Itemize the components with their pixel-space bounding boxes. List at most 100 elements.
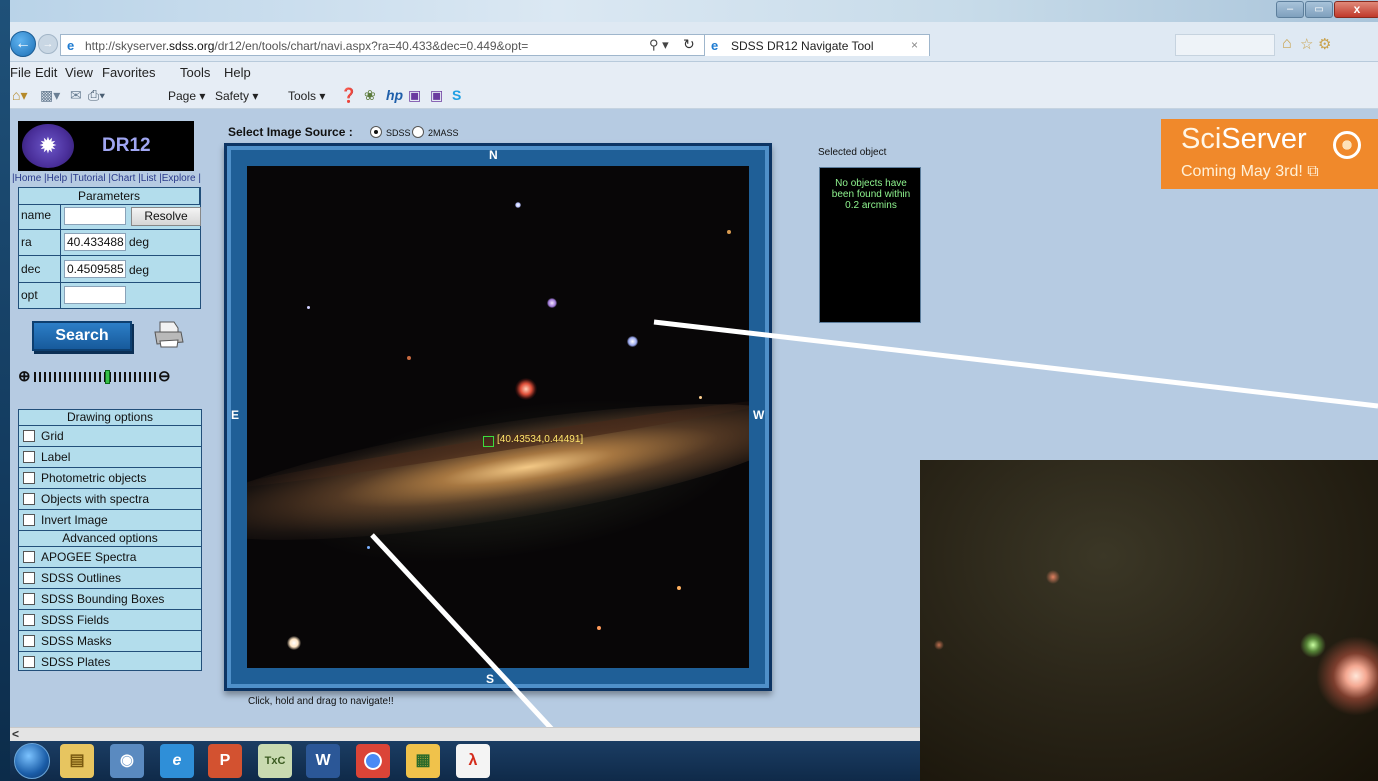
texmaker-icon[interactable]: TxC [258, 744, 292, 778]
tab-sdss-navigate[interactable]: e SDSS DR12 Navigate Tool × [704, 34, 930, 56]
favorites-star-icon[interactable]: ☆ [1300, 35, 1313, 53]
option-row[interactable]: SDSS Fields [19, 610, 201, 631]
word-icon[interactable]: W [306, 744, 340, 778]
tools-menu[interactable]: Tools ▾ [288, 89, 325, 103]
checkbox[interactable] [23, 635, 35, 647]
search-icon[interactable]: ⚲ ▾ [649, 37, 669, 53]
checkbox[interactable] [23, 430, 35, 442]
menu-view[interactable]: View [65, 65, 93, 80]
ra-input[interactable] [64, 233, 126, 251]
sdss-logo[interactable]: ✹ DR12 [18, 121, 194, 171]
skype-icon[interactable]: S [452, 87, 461, 103]
option-label: SDSS Masks [41, 634, 112, 648]
menu-help[interactable]: Help [224, 65, 251, 80]
zoom-slider[interactable] [34, 370, 156, 384]
option-row[interactable]: SDSS Bounding Boxes [19, 589, 201, 610]
scroll-left-arrow-icon[interactable]: < [12, 727, 19, 741]
option-row[interactable]: SDSS Plates [19, 652, 201, 673]
search-button[interactable]: Search [32, 321, 132, 351]
print-icon[interactable]: ⎙▾ [88, 87, 105, 104]
param-row-dec: dec deg [19, 256, 200, 283]
checkbox[interactable] [23, 572, 35, 584]
menu-file[interactable]: File [10, 65, 31, 80]
dec-input[interactable] [64, 260, 126, 278]
safety-menu[interactable]: Safety ▾ [215, 89, 258, 103]
galaxy-logo-icon: ✹ [22, 124, 74, 168]
onenote-icon[interactable]: ▣ [408, 87, 421, 104]
drawing-options-header: Drawing options [66, 410, 154, 424]
option-label: SDSS Outlines [41, 571, 122, 585]
address-field[interactable]: e http://skyserver.sdss.org/dr12/en/tool… [60, 34, 706, 56]
selected-object-panel: No objects have been found within 0.2 ar… [819, 167, 921, 323]
resolve-button[interactable]: Resolve [131, 207, 201, 226]
refresh-icon[interactable]: ↻ [683, 36, 695, 53]
powerpoint-icon[interactable]: P [208, 744, 242, 778]
option-row[interactable]: Objects with spectra [19, 489, 201, 510]
param-row-ra: ra deg [19, 230, 200, 256]
option-row[interactable]: SDSS Masks [19, 631, 201, 652]
close-window-button[interactable]: x [1334, 1, 1378, 18]
zoomed-inset-image [920, 460, 1378, 781]
folder-icon[interactable]: ▦ [406, 744, 440, 778]
zoom-in-icon[interactable]: ⊕ [18, 367, 31, 385]
option-row[interactable]: APOGEE Spectra [19, 547, 201, 568]
option-row[interactable]: Invert Image [19, 510, 201, 531]
option-label: Invert Image [41, 513, 108, 527]
chrome-icon[interactable] [356, 744, 390, 778]
option-row[interactable]: Photometric objects [19, 468, 201, 489]
mail-icon[interactable]: ✉ [70, 87, 82, 104]
checkbox[interactable] [23, 614, 35, 626]
sky-navigator-frame[interactable]: N S E W [40.43534,0.44491] [224, 143, 772, 691]
horizontal-scrollbar[interactable]: < [10, 727, 920, 741]
home-icon[interactable]: ⌂▾ [12, 87, 27, 104]
option-row[interactable]: Grid [19, 426, 201, 447]
sciserver-banner[interactable]: SciServer Coming May 3rd! ⧉ [1161, 119, 1378, 189]
star [934, 640, 944, 650]
zoom-out-icon[interactable]: ⊖ [158, 367, 171, 385]
feeds-icon[interactable]: ▩▾ [40, 87, 60, 104]
explorer-icon[interactable]: ▤ [60, 744, 94, 778]
menu-tools[interactable]: Tools [180, 65, 210, 80]
addon-icon[interactable]: ❀ [364, 87, 376, 104]
network-icon[interactable]: ◉ [110, 744, 144, 778]
menu-edit[interactable]: Edit [35, 65, 57, 80]
maximize-button[interactable]: ▭ [1305, 1, 1333, 18]
nav-links[interactable]: |Home |Help |Tutorial |Chart |List |Expl… [12, 173, 201, 184]
page-menu[interactable]: Page ▾ [168, 89, 205, 103]
start-button[interactable] [14, 743, 50, 779]
star [1046, 570, 1060, 584]
checkbox[interactable] [23, 656, 35, 668]
forward-button[interactable]: → [38, 34, 58, 54]
gear-icon[interactable]: ⚙ [1318, 35, 1331, 53]
opt-input[interactable] [64, 286, 126, 304]
checkbox[interactable] [23, 551, 35, 563]
option-row[interactable]: Label [19, 447, 201, 468]
checkbox[interactable] [23, 593, 35, 605]
selection-marker [483, 436, 494, 447]
tab-close-icon[interactable]: × [911, 38, 918, 52]
star [515, 202, 521, 208]
home-icon[interactable]: ⌂ [1282, 35, 1292, 53]
menu-favorites[interactable]: Favorites [102, 65, 155, 80]
sciserver-title: SciServer [1181, 123, 1307, 155]
printer-icon[interactable] [152, 319, 186, 349]
hp-icon[interactable]: hp [386, 87, 403, 103]
browser-search-box[interactable] [1175, 34, 1275, 56]
radio-sdss[interactable] [370, 126, 382, 138]
onenote-icon[interactable]: ▣ [430, 87, 443, 104]
checkbox[interactable] [23, 514, 35, 526]
checkbox[interactable] [23, 493, 35, 505]
name-input[interactable] [64, 207, 126, 225]
acrobat-icon[interactable]: λ [456, 744, 490, 778]
radio-2mass[interactable] [412, 126, 424, 138]
help-icon[interactable]: ❓ [340, 87, 357, 104]
checkbox[interactable] [23, 472, 35, 484]
checkbox[interactable] [23, 451, 35, 463]
sky-image[interactable]: [40.43534,0.44491] [247, 166, 749, 668]
zoom-slider-thumb[interactable] [105, 370, 110, 384]
back-button[interactable]: ← [10, 31, 36, 57]
option-row[interactable]: SDSS Outlines [19, 568, 201, 589]
minimize-button[interactable]: – [1276, 1, 1304, 18]
east-label: E [231, 408, 240, 422]
ie-icon[interactable]: e [160, 744, 194, 778]
